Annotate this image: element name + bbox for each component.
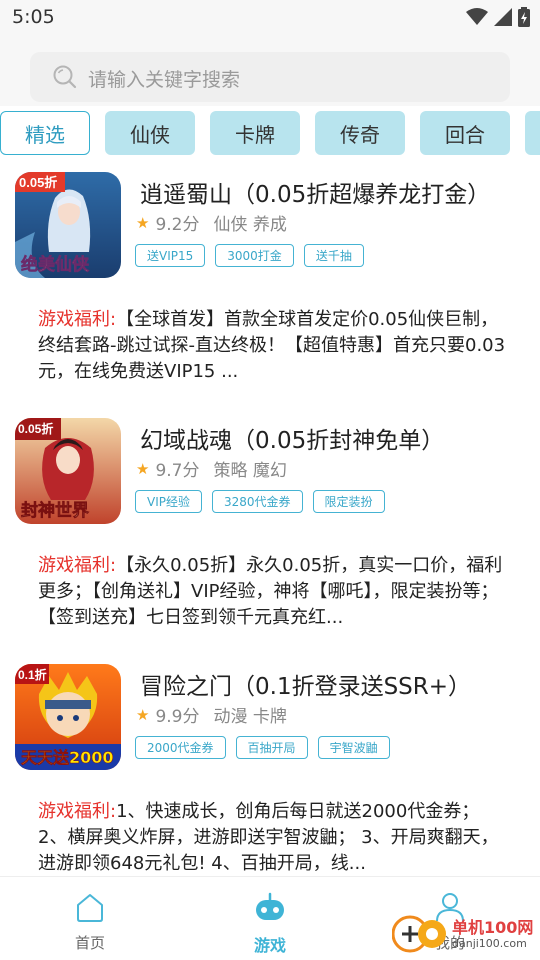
icon-caption: 绝美仙侠	[21, 254, 90, 275]
home-icon	[77, 894, 103, 922]
icon-caption: 封神世界	[21, 500, 89, 521]
game-title: 冒险之门（0.1折登录送SSR+）	[140, 674, 472, 700]
game-benefit: 游戏福利:1、快速成长，创角后每日就送2000代金券； 2、横屏奥义炸屏，进游即…	[38, 799, 508, 877]
tag-row: 送VIP15 3000打金 送千抽	[135, 244, 364, 267]
status-bar: 5:05	[0, 0, 540, 36]
rating-row: ★ 9.7分 策略 魔幻	[136, 456, 287, 482]
status-icons	[466, 7, 530, 27]
wifi-icon	[466, 8, 488, 25]
nav-label: 游戏	[253, 936, 286, 955]
star-icon: ★	[136, 705, 150, 724]
game-tag: 限定装扮	[312, 490, 385, 513]
game-icon[interactable]: 0.1折 天天送2000	[15, 664, 121, 770]
tab-card[interactable]: 卡牌	[210, 111, 300, 155]
game-tag: 2000代金券	[135, 736, 226, 759]
search-placeholder: 请输入关键字搜索	[88, 69, 241, 91]
watermark-logo: 单机100网 danji100.com	[392, 914, 533, 954]
battery-icon	[518, 7, 530, 27]
tab-turn-based[interactable]: 回合	[420, 111, 510, 155]
game-title: 幻域战魂（0.05折封神免单）	[140, 428, 445, 454]
icon-badge: 0.05折	[18, 421, 53, 436]
tab-legend[interactable]: 传奇	[315, 111, 405, 155]
icon-badge: 0.1折	[18, 667, 47, 682]
game-icon[interactable]: 0.05折 绝美仙侠	[15, 172, 121, 278]
game-icon[interactable]: 0.05折 封神世界	[15, 418, 121, 524]
tab-label: 精选	[25, 122, 65, 147]
tab-label: 仙侠	[130, 122, 170, 147]
rating-row: ★ 9.9分 动漫 卡牌	[136, 702, 287, 728]
tag-row: VIP经验 3280代金券 限定装扮	[135, 490, 385, 513]
icon-caption: 天天送2000	[21, 748, 114, 767]
game-tag: 3000打金	[215, 244, 294, 267]
category-tabs: 精选 仙侠 卡牌 传奇 回合	[0, 111, 540, 155]
watermark-text: 单机100网 danji100.com	[452, 917, 534, 950]
icon-badge: 0.05折	[19, 175, 57, 190]
nav-label: 首页	[74, 934, 105, 952]
game-tag: VIP经验	[135, 490, 202, 513]
game-genre: 策略 魔幻	[213, 461, 287, 481]
nav-games[interactable]: 游戏	[180, 877, 360, 960]
rating-row: ★ 9.2分 仙侠 养成	[136, 210, 287, 236]
game-genre: 动漫 卡牌	[213, 707, 287, 727]
search-icon	[53, 65, 77, 89]
game-score: 9.7分	[155, 461, 200, 481]
star-icon: ★	[136, 459, 150, 478]
star-icon: ★	[136, 213, 150, 232]
game-benefit: 游戏福利:【全球首发】首款全球首发定价0.05仙侠巨制，终结套路-跳过试探-直达…	[38, 307, 508, 385]
gamepad-icon	[256, 892, 284, 920]
game-tag: 宇智波鼬	[317, 736, 390, 759]
watermark-url: danji100.com	[452, 936, 527, 950]
tab-xianxia[interactable]: 仙侠	[105, 111, 195, 155]
tab-label: 回合	[445, 122, 485, 147]
game-genre: 仙侠 养成	[213, 215, 287, 235]
nav-home[interactable]: 首页	[0, 877, 180, 960]
benefit-label: 游戏福利:	[38, 555, 117, 576]
game-score: 9.2分	[155, 215, 200, 235]
search-input[interactable]: 请输入关键字搜索	[30, 52, 510, 102]
benefit-label: 游戏福利:	[38, 801, 117, 822]
tab-more[interactable]	[525, 111, 540, 155]
danji-logo-icon	[392, 915, 446, 953]
game-tag: 送千抽	[303, 244, 364, 267]
tab-label: 传奇	[340, 122, 380, 147]
benefit-label: 游戏福利:	[38, 309, 117, 330]
game-tag: 送VIP15	[135, 244, 206, 267]
game-title: 逍遥蜀山（0.05折超爆养龙打金）	[140, 182, 491, 208]
game-benefit: 游戏福利:【永久0.05折】永久0.05折，真实一口价，福利更多；【创角送礼】V…	[38, 553, 508, 631]
watermark-title: 单机100网	[452, 917, 534, 937]
tab-label: 卡牌	[235, 122, 275, 147]
tab-featured[interactable]: 精选	[0, 111, 90, 155]
search-bar: 请输入关键字搜索	[0, 36, 540, 106]
game-score: 9.9分	[155, 707, 200, 727]
game-tag: 3280代金券	[212, 490, 303, 513]
signal-icon	[494, 8, 512, 26]
game-tag: 百抽开局	[235, 736, 308, 759]
status-time: 5:05	[12, 6, 55, 28]
tag-row: 2000代金券 百抽开局 宇智波鼬	[135, 736, 390, 759]
